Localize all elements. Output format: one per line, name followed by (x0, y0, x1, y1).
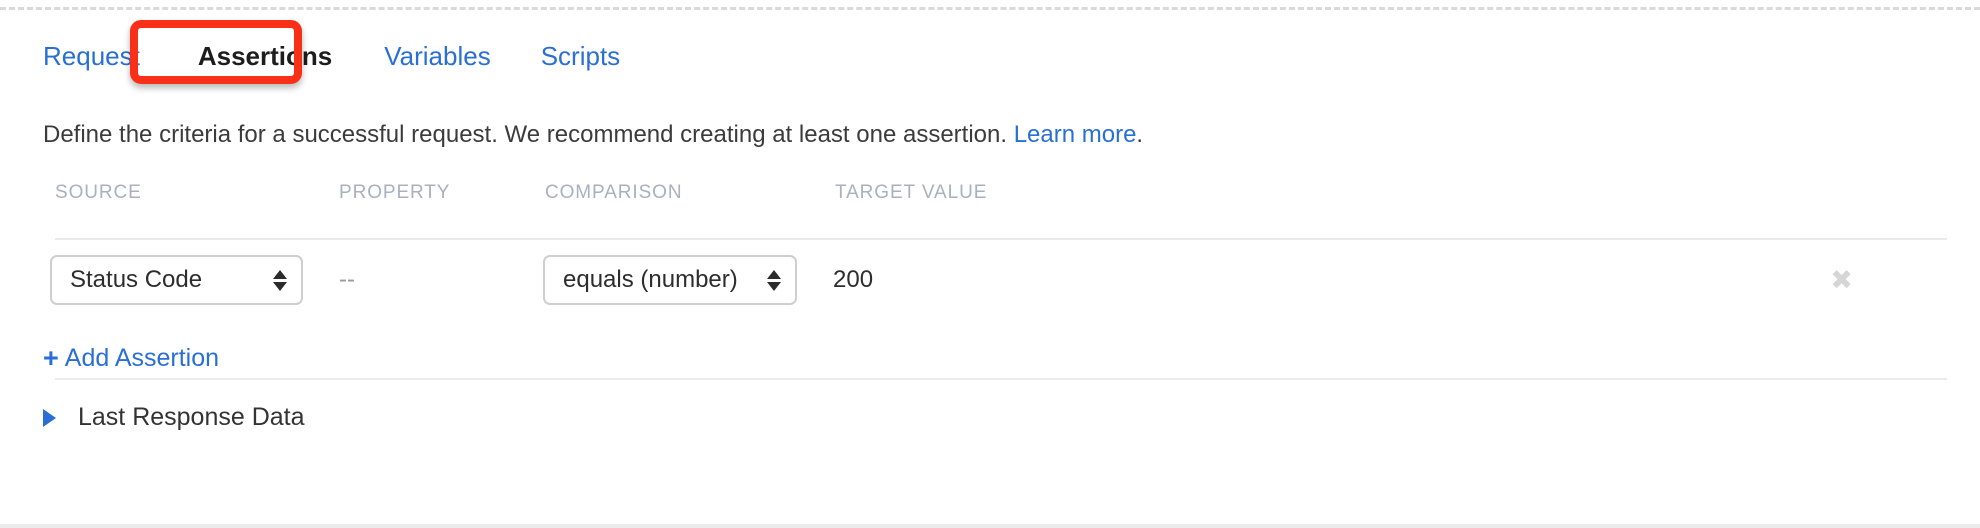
table-row: Status Code -- equals (number) 200 ✖ (0, 238, 1980, 380)
chevron-updown-icon (273, 269, 287, 291)
table-header-row: SOURCE PROPERTY COMPARISON TARGET VALUE (0, 182, 1980, 240)
chevron-right-icon (43, 408, 56, 427)
column-header-property: PROPERTY (339, 182, 451, 203)
bottom-divider (0, 524, 1980, 528)
assertions-description: Define the criteria for a successful req… (43, 121, 1143, 150)
assertion-source-select[interactable]: Status Code (50, 255, 303, 305)
row-divider (55, 378, 1947, 380)
assertion-comparison-value: equals (number) (563, 266, 738, 293)
assertion-comparison-select[interactable]: equals (number) (543, 255, 797, 305)
plus-icon: + (43, 343, 59, 373)
last-response-data-disclosure[interactable]: Last Response Data (43, 405, 305, 430)
tab-variables[interactable]: Variables (384, 43, 490, 69)
column-header-comparison: COMPARISON (545, 182, 683, 203)
description-lead-text: Define the criteria for a successful req… (43, 121, 1014, 148)
assertion-source-value: Status Code (70, 266, 203, 293)
column-header-target-value: TARGET VALUE (835, 182, 988, 203)
column-header-source: SOURCE (55, 182, 142, 203)
add-assertion-button[interactable]: + Add Assertion (43, 345, 219, 372)
description-trail-text: . (1136, 121, 1144, 148)
tab-request[interactable]: Request (43, 43, 140, 69)
assertion-target-value-input[interactable]: 200 (833, 255, 873, 305)
learn-more-link[interactable]: Learn more (1014, 121, 1137, 148)
top-dashed-divider (0, 7, 1980, 10)
assertions-table: SOURCE PROPERTY COMPARISON TARGET VALUE … (0, 182, 1980, 380)
assertion-property-value: -- (339, 266, 355, 293)
chevron-updown-icon (767, 269, 781, 291)
tab-bar: Request Assertions Variables Scripts (43, 34, 620, 78)
last-response-data-label: Last Response Data (78, 403, 305, 431)
close-icon[interactable]: ✖ (1830, 255, 1853, 305)
tab-assertions[interactable]: Assertions (198, 43, 332, 69)
tab-scripts[interactable]: Scripts (541, 43, 620, 69)
add-assertion-label: Add Assertion (64, 344, 220, 372)
